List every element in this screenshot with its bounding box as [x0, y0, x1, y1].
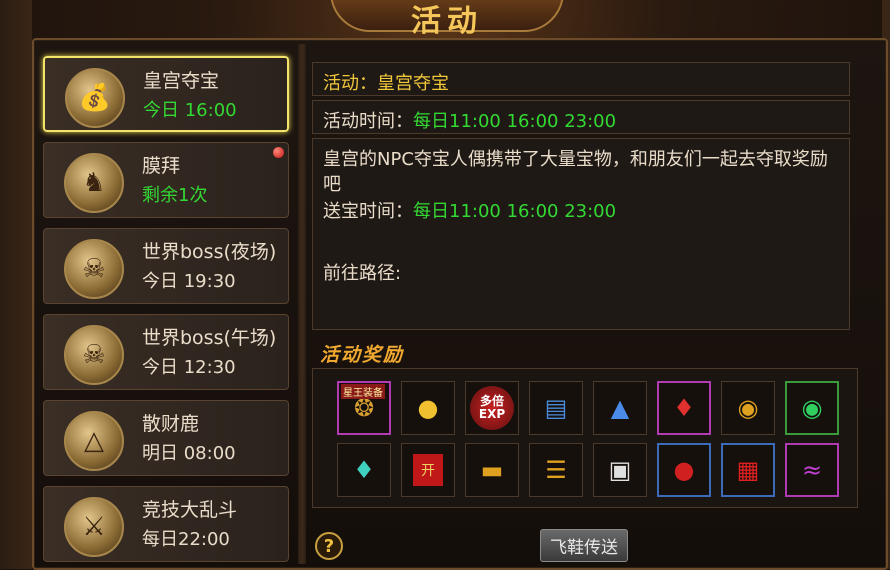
event-item-arena-brawl[interactable]: ⚔ 竞技大乱斗 每日22:00 [43, 486, 289, 562]
help-button[interactable]: ? [315, 532, 343, 560]
event-item-palace-treasure[interactable]: 💰 皇宫夺宝 今日 16:00 [43, 56, 289, 132]
event-time: 剩余1次 [142, 185, 208, 206]
activity-name-row: 活动：皇宫夺宝 [312, 62, 850, 96]
reward-multi-exp-icon[interactable]: 多倍EXP [465, 381, 519, 435]
window-title: 活动 [411, 4, 483, 39]
reward-crystal-icon[interactable]: ♦ [337, 443, 391, 497]
warrior-statue-icon: ♞ [64, 153, 124, 213]
rewards-title: 活动奖励 [320, 344, 405, 366]
boss-skull-icon: ☠ [64, 239, 124, 299]
event-item-world-boss-night[interactable]: ☠ 世界boss(夜场) 今日 19:30 [43, 228, 289, 304]
event-name: 世界boss(夜场) [142, 241, 277, 263]
boss-skull-icon: ☠ [64, 325, 124, 385]
event-name: 竞技大乱斗 [142, 499, 238, 521]
title-banner: 活动 [330, 0, 564, 39]
left-ornament [0, 0, 32, 569]
reward-gold-pile-icon[interactable]: ● [401, 381, 455, 435]
reward-gift-box-icon[interactable]: ▣ [593, 443, 647, 497]
reward-potion-icon[interactable]: ▲ [593, 381, 647, 435]
notification-dot [273, 147, 284, 158]
route-label: 前往路径: [323, 263, 402, 284]
reward-red-packet-icon[interactable]: 开 [401, 443, 455, 497]
crossed-swords-icon: ⚔ [64, 497, 124, 557]
event-time: 今日 12:30 [142, 357, 236, 378]
event-item-worship[interactable]: ♞ 膜拜 剩余1次 [43, 142, 289, 218]
activity-time-row: 活动时间：每日11:00 16:00 23:00 [312, 100, 850, 134]
event-name: 膜拜 [142, 155, 181, 177]
reward-grid: 星王装备 ❂ ● 多倍EXP ▤ ▲ ♦ ◉ ◉ ♦ 开 ▬ ☰ ▣ ● ▦ ≈ [312, 368, 858, 508]
activity-description-box: 皇宫的NPC夺宝人偶携带了大量宝物，和朋友们一起去夺取奖励吧 送宝时间：每日11… [312, 138, 850, 330]
treasure-chest-icon: 💰 [65, 68, 125, 128]
event-name: 皇宫夺宝 [143, 70, 220, 92]
reward-lucky-bag-icon[interactable]: ● [657, 443, 711, 497]
reward-red-gem-icon[interactable]: ♦ [657, 381, 711, 435]
event-name: 散财鹿 [142, 413, 200, 435]
reward-gold-gourd-icon[interactable]: ◉ [721, 381, 775, 435]
reward-green-potion-icon[interactable]: ◉ [785, 381, 839, 435]
event-time: 明日 08:00 [142, 443, 236, 464]
panel-divider [298, 44, 306, 564]
reward-wings-icon[interactable]: ≈ [785, 443, 839, 497]
delivery-time: 送宝时间：每日11:00 16:00 23:00 [323, 201, 617, 222]
activity-description: 皇宫的NPC夺宝人偶携带了大量宝物，和朋友们一起去夺取奖励吧 [323, 149, 828, 195]
reward-red-gift-icon[interactable]: ▦ [721, 443, 775, 497]
event-item-world-boss-noon[interactable]: ☠ 世界boss(午场) 今日 12:30 [43, 314, 289, 390]
event-time: 今日 16:00 [143, 100, 237, 121]
event-time: 今日 19:30 [142, 271, 236, 292]
reward-gold-bar-icon[interactable]: ▬ [465, 443, 519, 497]
activity-time: 活动时间：每日11:00 16:00 23:00 [323, 111, 617, 132]
reward-gold-bars-icon[interactable]: ☰ [529, 443, 583, 497]
activity-label: 活动：皇宫夺宝 [323, 73, 449, 94]
event-time: 每日22:00 [142, 529, 230, 550]
gold-ingot-icon: △ [64, 411, 124, 471]
teleport-button[interactable]: 飞鞋传送 [540, 529, 628, 562]
reward-skill-book-icon[interactable]: ▤ [529, 381, 583, 435]
event-item-fortune-deer[interactable]: △ 散财鹿 明日 08:00 [43, 400, 289, 476]
event-name: 世界boss(午场) [142, 327, 277, 349]
reward-equipment-icon[interactable]: 星王装备 ❂ [337, 381, 391, 435]
